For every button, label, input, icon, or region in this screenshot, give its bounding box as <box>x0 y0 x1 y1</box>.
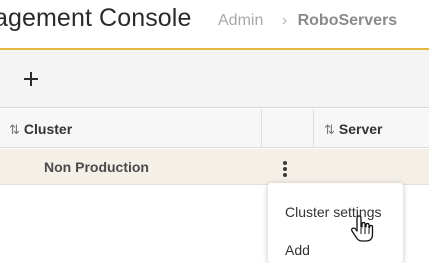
kebab-menu-icon[interactable] <box>282 159 290 177</box>
column-header-cluster-label: Cluster <box>23 121 73 137</box>
page-title: agement Console <box>0 4 192 32</box>
column-header-server[interactable]: ⇅ Server <box>324 121 383 138</box>
app-header: agement Console Admin › RoboServers <box>0 0 429 50</box>
menu-item-add[interactable]: Add <box>285 242 310 258</box>
breadcrumb-current: RoboServers <box>297 12 398 29</box>
add-button[interactable] <box>20 68 42 90</box>
plus-icon <box>24 72 38 86</box>
breadcrumb: Admin › RoboServers <box>218 12 397 30</box>
table-header: ⇅ Cluster ⇅ Server <box>0 109 429 148</box>
sort-icon: ⇅ <box>324 122 335 137</box>
context-menu: Cluster settings Add <box>268 183 403 263</box>
column-divider <box>261 109 262 148</box>
toolbar <box>0 50 429 108</box>
table-row[interactable]: Non Production <box>0 149 429 185</box>
cluster-name: Non Production <box>44 159 149 175</box>
column-divider <box>313 109 314 148</box>
breadcrumb-admin-link[interactable]: Admin <box>218 12 263 29</box>
sort-icon: ⇅ <box>9 122 20 137</box>
breadcrumb-separator-icon: › <box>281 12 288 29</box>
column-header-cluster[interactable]: ⇅ Cluster <box>9 121 72 138</box>
hand-cursor-icon <box>350 215 374 242</box>
column-header-server-label: Server <box>338 121 383 137</box>
